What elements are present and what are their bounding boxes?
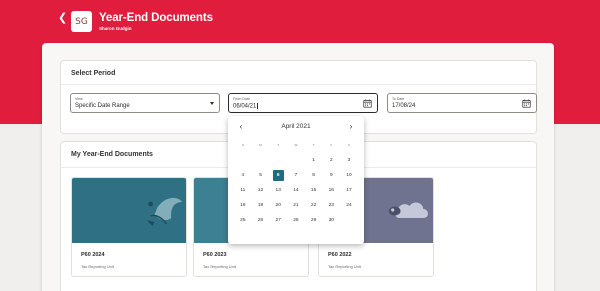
calendar-day[interactable]: 4	[234, 168, 252, 183]
calendar-day[interactable]: 12	[252, 183, 270, 198]
weekday-header: S	[347, 143, 350, 147]
card-title: P60 2024	[81, 252, 105, 258]
calendar-day[interactable]: 24	[340, 198, 358, 213]
calendar-day[interactable]: 2	[322, 153, 340, 168]
card-title: P60 2022	[328, 252, 352, 258]
calendar-day[interactable]: 11	[234, 183, 252, 198]
calendar-day[interactable]: 18	[234, 198, 252, 213]
calendar-empty-cell	[269, 153, 287, 168]
view-label: View	[75, 97, 83, 101]
weekday-header: T	[277, 143, 280, 147]
calendar-day[interactable]: 1	[305, 153, 323, 168]
weekday-header: M	[259, 143, 262, 147]
calendar-day[interactable]: 17	[340, 183, 358, 198]
calendar-empty-cell	[234, 153, 252, 168]
section-title-select-period: Select Period	[71, 70, 116, 77]
card-subtitle: Tax Reporting Unit	[81, 264, 114, 269]
back-chevron-icon[interactable]: ❮	[58, 13, 67, 24]
page-title: Year-End Documents	[99, 12, 213, 24]
calendar-day-selected[interactable]: 6	[269, 168, 287, 183]
chevron-right-icon[interactable]: ›	[346, 122, 356, 132]
calendar-day[interactable]: 9	[322, 168, 340, 183]
calendar-empty-cell	[287, 153, 305, 168]
calendar-day[interactable]: 22	[305, 198, 323, 213]
view-select[interactable]: View Specific Date Range	[70, 93, 220, 113]
calendar-day[interactable]: 30	[322, 213, 340, 228]
to-date-field[interactable]: To Date 17/08/24	[387, 93, 537, 113]
calendar-day[interactable]: 16	[322, 183, 340, 198]
calendar-day[interactable]: 3	[340, 153, 358, 168]
from-date-field[interactable]: From Date 06/04/21	[228, 93, 378, 113]
calendar-day[interactable]: 14	[287, 183, 305, 198]
calendar-icon[interactable]	[363, 99, 372, 108]
calendar-empty-cell	[340, 213, 358, 228]
calendar-day[interactable]: 5	[252, 168, 270, 183]
person-name: Sharon Gudgin	[99, 26, 132, 31]
calendar-day[interactable]: 20	[269, 198, 287, 213]
calendar-month-title[interactable]: April 2021	[228, 123, 364, 130]
calendar-grid: S M T W T F S 1 2 3 4 5 6 7 8 9 10 11 12 13 14 15 16 17 18 19 20 21…	[234, 138, 358, 228]
calendar-day[interactable]: 21	[287, 198, 305, 213]
weekday-header: F	[330, 143, 333, 147]
calendar-day[interactable]: 28	[287, 213, 305, 228]
divider	[61, 84, 536, 85]
document-card-p60-2024[interactable]: P60 2024 Tax Reporting Unit	[71, 177, 187, 277]
card-subtitle: Tax Reporting Unit	[328, 264, 361, 269]
calendar-day[interactable]: 27	[269, 213, 287, 228]
from-date-value: 06/04/21	[233, 103, 258, 110]
avatar: SG	[71, 11, 92, 32]
weekday-header: S	[241, 143, 244, 147]
to-date-label: To Date	[392, 97, 405, 101]
calendar-day[interactable]: 25	[234, 213, 252, 228]
from-date-label: From Date	[233, 97, 250, 101]
card-subtitle: Tax Reporting Unit	[203, 264, 236, 269]
calendar-day[interactable]: 7	[287, 168, 305, 183]
to-date-value: 17/08/24	[392, 103, 416, 109]
calendar-icon[interactable]	[522, 99, 531, 108]
calendar-day[interactable]: 8	[305, 168, 323, 183]
date-picker-popup: ‹ April 2021 › S M T W T F S 1 2 3 4 5 6 7 8 9 10 11 12 13 1…	[228, 116, 364, 244]
section-title-documents: My Year-End Documents	[71, 151, 153, 158]
calendar-day[interactable]: 23	[322, 198, 340, 213]
weekday-header: T	[312, 143, 315, 147]
weekday-header: W	[294, 143, 298, 147]
calendar-day[interactable]: 26	[252, 213, 270, 228]
card-title: P60 2023	[203, 252, 227, 258]
view-value: Specific Date Range	[75, 103, 130, 109]
document-thumbnail	[72, 178, 186, 243]
calendar-day[interactable]: 19	[252, 198, 270, 213]
calendar-day[interactable]: 15	[305, 183, 323, 198]
calendar-day[interactable]: 10	[340, 168, 358, 183]
chevron-down-icon[interactable]	[210, 102, 214, 105]
calendar-day[interactable]: 29	[305, 213, 323, 228]
calendar-day[interactable]: 13	[269, 183, 287, 198]
calendar-empty-cell	[252, 153, 270, 168]
